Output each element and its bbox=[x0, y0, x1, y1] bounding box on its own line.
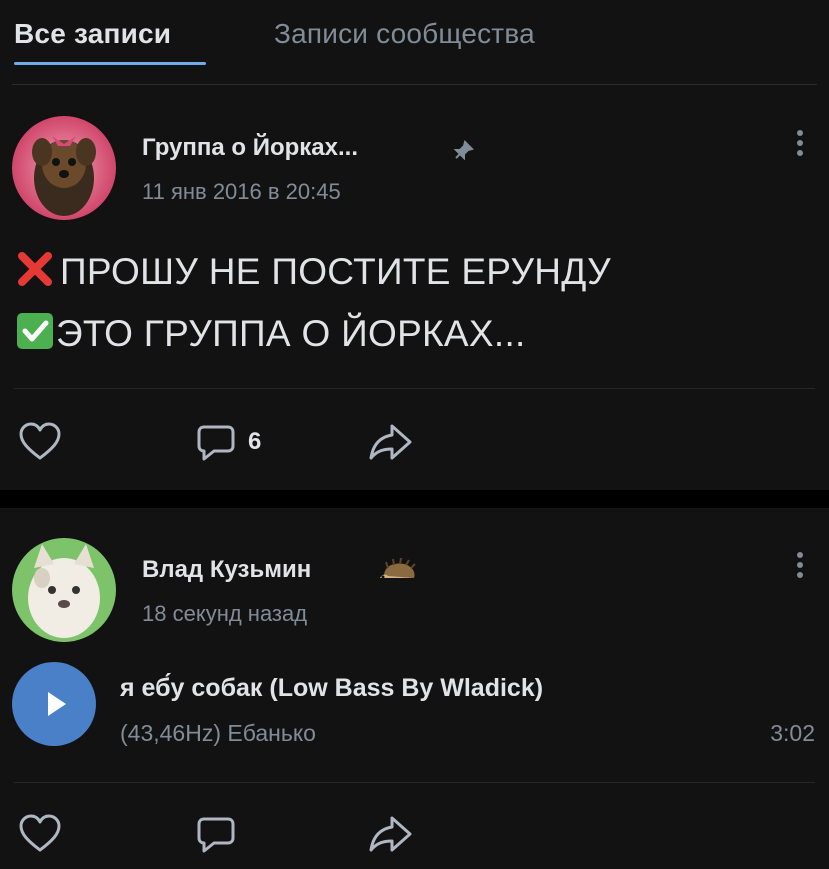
track-artist: (43,46Hz) Ебанько bbox=[120, 720, 316, 746]
more-menu-icon[interactable] bbox=[793, 126, 807, 166]
comment-icon[interactable] bbox=[196, 424, 236, 467]
play-button[interactable] bbox=[12, 662, 96, 746]
divider bbox=[14, 388, 815, 389]
post-card: Группа о Йорках... 11 янв 2016 в 20:45 П… bbox=[0, 86, 829, 490]
post-time: 18 секунд назад bbox=[142, 601, 308, 626]
post-separator bbox=[0, 490, 829, 508]
avatar[interactable] bbox=[12, 538, 116, 642]
track-title[interactable]: я еб́у собак (Low Bass By Wladick) bbox=[120, 674, 543, 703]
track-duration: 3:02 bbox=[770, 720, 815, 746]
hedgehog-icon bbox=[378, 557, 418, 589]
post-text-line: ПРОШУ НЕ ПОСТИТЕ ЕРУНДУ bbox=[16, 250, 611, 297]
red-cross-icon bbox=[16, 250, 54, 297]
tab-all-posts[interactable]: Все записи bbox=[14, 18, 171, 50]
avatar[interactable] bbox=[12, 116, 116, 220]
tab-community-posts[interactable]: Записи сообщества bbox=[274, 18, 535, 50]
post-time: 11 янв 2016 в 20:45 bbox=[142, 179, 341, 204]
green-check-icon bbox=[16, 312, 54, 359]
comment-icon[interactable] bbox=[196, 816, 236, 859]
more-menu-icon[interactable] bbox=[793, 548, 807, 588]
post-text-line: ЭТО ГРУППА О ЙОРКАХ... bbox=[16, 312, 526, 359]
post-text: ЭТО ГРУППА О ЙОРКАХ... bbox=[56, 313, 526, 354]
share-icon[interactable] bbox=[368, 422, 414, 467]
post-author[interactable]: Влад Кузьмин bbox=[142, 556, 311, 584]
divider bbox=[14, 782, 815, 783]
comments-count: 6 bbox=[248, 428, 262, 455]
feed-tabs: Все записи Записи сообщества bbox=[0, 0, 829, 86]
active-tab-indicator bbox=[14, 62, 206, 65]
post-text: ПРОШУ НЕ ПОСТИТЕ ЕРУНДУ bbox=[60, 251, 611, 292]
play-icon bbox=[46, 690, 68, 723]
share-icon[interactable] bbox=[368, 814, 414, 859]
like-icon[interactable] bbox=[18, 422, 62, 467]
divider bbox=[12, 84, 817, 85]
post-card: Влад Кузьмин 18 секунд назад я еб́у соба… bbox=[0, 508, 829, 869]
pin-icon bbox=[452, 140, 474, 167]
post-author[interactable]: Группа о Йорках... bbox=[142, 134, 358, 162]
like-icon[interactable] bbox=[18, 814, 62, 859]
